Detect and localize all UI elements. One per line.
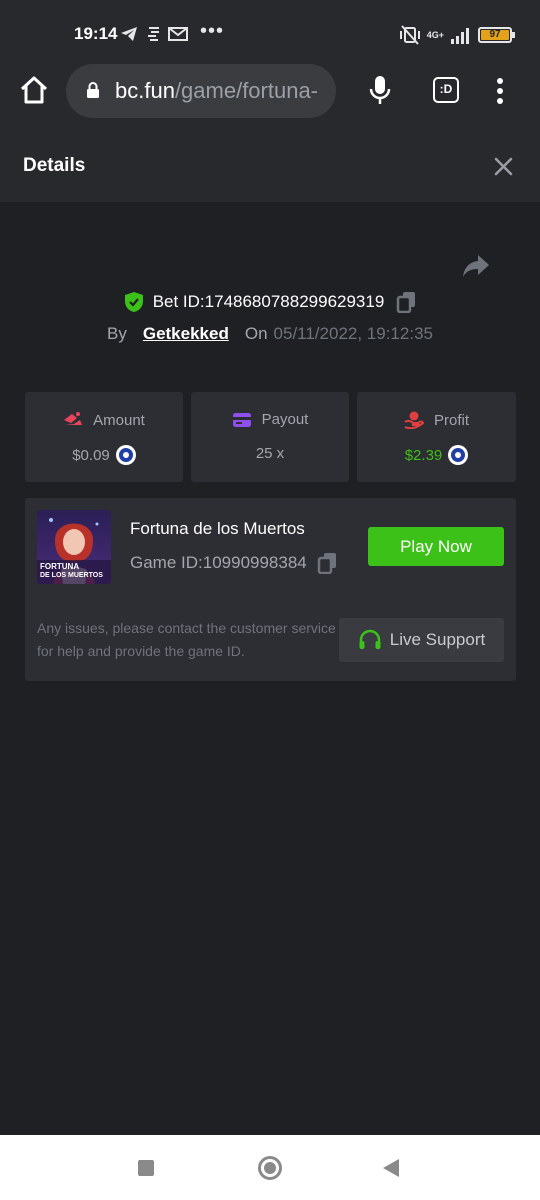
menu-icon[interactable]	[495, 78, 505, 106]
status-time: 19:14	[74, 24, 118, 43]
home-icon[interactable]	[18, 74, 50, 106]
verified-shield-icon	[124, 292, 143, 312]
system-nav-bar	[0, 1135, 540, 1200]
on-label: On	[244, 324, 268, 343]
battery-level: 97	[481, 30, 509, 40]
network-label: 4G+	[426, 29, 444, 40]
game-id-value: 10990998384	[202, 553, 307, 572]
payout-value: 25 x	[255, 445, 285, 462]
bet-id-row: Bet ID: 1748680788299629319	[0, 291, 540, 313]
profit-label: Profit	[433, 411, 469, 429]
username-link[interactable]: Getkekked	[143, 324, 229, 344]
amount-icon	[64, 412, 83, 425]
game-id-row: Game ID: 10990998384	[130, 552, 337, 574]
headset-icon	[359, 629, 381, 649]
payout-header: Payout	[191, 411, 349, 428]
close-icon[interactable]	[493, 156, 514, 177]
mail-icon	[168, 27, 188, 41]
thumb-title-2: DE LOS MUERTOS	[40, 572, 103, 579]
amount-label: Amount	[93, 411, 145, 429]
support-text: Any issues, please contact the customer …	[37, 620, 336, 659]
recents-icon[interactable]	[138, 1160, 154, 1176]
amount-value-row: $0.09	[25, 445, 183, 465]
bet-id-label: Bet ID:	[152, 292, 205, 311]
share-icon[interactable]	[462, 253, 490, 279]
back-icon[interactable]	[383, 1159, 399, 1177]
by-label: By	[107, 324, 127, 343]
status-bar: 19:14 ••• 4G+ 97	[0, 0, 540, 62]
thumb-title-1: FORTUNA	[40, 562, 80, 571]
tab-switcher-button[interactable]: :D	[433, 77, 459, 103]
payout-icon	[232, 412, 251, 427]
bet-meta-row: By Getkekked On 05/11/2022, 19:12:35	[0, 324, 540, 344]
url-text: bc.fun/game/fortuna-	[115, 78, 318, 104]
profit-header: Profit	[357, 411, 516, 429]
amount-value: $0.09	[72, 446, 110, 464]
game-thumbnail[interactable]: FORTUNA DE LOS MUERTOS	[37, 510, 111, 584]
telegram-icon	[121, 27, 137, 41]
payout-value-row: 25 x	[191, 445, 349, 462]
bet-id-value: 1748680788299629319	[204, 292, 385, 311]
lock-icon	[87, 82, 99, 98]
amount-header: Amount	[25, 411, 183, 429]
payout-label: Payout	[261, 411, 309, 428]
copy-icon[interactable]	[317, 552, 337, 574]
copy-icon[interactable]	[396, 291, 416, 313]
browser-toolbar: bc.fun/game/fortuna- :D	[0, 62, 540, 130]
live-support-label: Live Support	[389, 630, 486, 649]
details-header: Details	[0, 130, 540, 202]
home-circle-icon[interactable]	[258, 1156, 282, 1180]
coin-icon	[448, 445, 469, 465]
profit-value-row: $2.39	[357, 445, 516, 465]
payout-card: Payout 25 x	[191, 392, 349, 482]
profit-icon	[404, 411, 424, 429]
game-id-label: Game ID:	[130, 553, 203, 572]
data-icon	[148, 27, 159, 41]
status-more: •••	[200, 20, 225, 42]
address-bar[interactable]: bc.fun/game/fortuna-	[66, 64, 336, 118]
bet-date: 05/11/2022, 19:12:35	[273, 324, 433, 343]
profit-value: $2.39	[404, 446, 443, 464]
game-card: FORTUNA DE LOS MUERTOS Fortuna de los Mu…	[25, 498, 516, 681]
amount-card: Amount $0.09	[25, 392, 183, 482]
mic-icon[interactable]	[368, 74, 392, 108]
signal-icon	[451, 28, 469, 44]
play-now-button[interactable]: Play Now	[368, 527, 504, 566]
url-path: /game/fortuna-	[174, 78, 319, 103]
battery-icon: 97	[478, 27, 515, 43]
game-name: Fortuna de los Muertos	[130, 519, 305, 538]
coin-icon	[115, 445, 136, 465]
live-support-button[interactable]: Live Support	[339, 618, 504, 662]
vibrate-off-icon	[399, 25, 420, 45]
status-right: 4G+ 97	[399, 24, 515, 46]
url-host: bc.fun	[115, 78, 175, 103]
details-title: Details	[23, 155, 86, 176]
profit-card: Profit $2.39	[357, 392, 516, 482]
